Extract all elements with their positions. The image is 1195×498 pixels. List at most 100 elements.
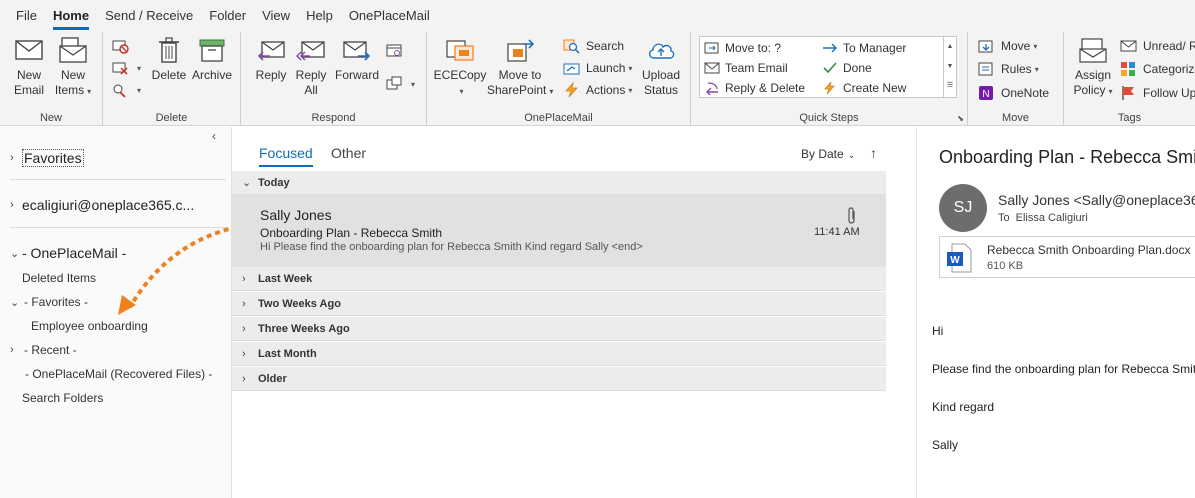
folder-oneplacemail[interactable]: ⌄ - OnePlaceMail - <box>10 245 126 261</box>
archive-button[interactable]: Archive <box>191 36 233 83</box>
ignore-button[interactable] <box>111 36 134 56</box>
move-to-sharepoint-button[interactable]: Move to SharePoint ▾ <box>487 36 553 99</box>
flag-icon <box>1122 86 1134 100</box>
tab-send-receive[interactable]: Send / Receive <box>97 0 201 32</box>
folder-pane: ‹ › Favorites › ecaligiuri@oneplace365.c… <box>0 127 247 498</box>
tab-folder[interactable]: Folder <box>201 0 254 32</box>
sort-by-date[interactable]: By Date ⌄ <box>801 147 855 161</box>
more-respond-button[interactable]: ▾ <box>385 74 415 94</box>
gallery-scrollbar[interactable]: ▲ ▼ ☰ <box>943 37 956 97</box>
folder-favorites[interactable]: › Favorites <box>10 149 84 167</box>
chevron-right-icon[interactable]: › <box>10 344 22 356</box>
cleanup-button[interactable]: ▾ <box>111 58 141 78</box>
message-list: Focused Other By Date ⌄ ↑ ⌄ Today Sally Jo… <box>232 127 916 498</box>
folder-recent[interactable]: › - Recent - <box>10 343 77 357</box>
tab-other[interactable]: Other <box>331 145 366 161</box>
group-older[interactable]: › Older <box>232 367 886 391</box>
quickstep-team-email[interactable]: Team Email <box>704 58 788 78</box>
reply-button[interactable]: Reply <box>253 36 289 83</box>
move-to-icon <box>704 42 719 54</box>
search-button[interactable]: Search <box>563 36 624 56</box>
move-button[interactable]: Move ▾ <box>978 36 1037 56</box>
ribbon-group-delete: ▾ ▾ Delete Archive Delete <box>103 32 241 126</box>
follow-up-button[interactable]: Follow Up <box>1120 83 1195 103</box>
tab-oneplacemail[interactable]: OnePlaceMail <box>341 0 438 32</box>
word-document-icon: W <box>947 243 972 273</box>
chevron-down-icon[interactable]: ⌄ <box>10 247 22 260</box>
group-today[interactable]: ⌄ Today <box>232 171 886 195</box>
quickstep-create-new[interactable]: Create New <box>822 78 906 98</box>
cleanup-icon <box>112 62 128 75</box>
assign-policy-button[interactable]: Assign Policy ▾ <box>1070 36 1116 99</box>
gallery-more-icon[interactable]: ☰ <box>944 77 956 95</box>
chevron-right-icon[interactable]: › <box>10 152 22 164</box>
folder-employee-onboarding[interactable]: Employee onboarding <box>31 319 148 333</box>
group-last-week[interactable]: › Last Week <box>232 267 886 291</box>
quickstep-to-manager[interactable]: To Manager <box>822 38 906 58</box>
checkmark-icon <box>823 62 837 74</box>
group-three-weeks-ago[interactable]: › Three Weeks Ago <box>232 317 886 341</box>
chevron-down-icon[interactable]: ▼ <box>944 57 956 77</box>
folder-account[interactable]: › ecaligiuri@oneplace365.c... <box>10 197 194 213</box>
chevron-down-icon: ▾ <box>1034 64 1039 74</box>
chevron-down-icon: ⌄ <box>242 177 252 189</box>
policy-icon <box>1079 38 1107 63</box>
folder-deleted-items[interactable]: Deleted Items <box>22 271 96 285</box>
ececopy-button[interactable]: ECECopy ▾ <box>433 36 487 99</box>
rules-button[interactable]: Rules ▾ <box>978 59 1039 79</box>
unread-read-button[interactable]: Unread/ Re <box>1120 36 1195 56</box>
tab-file[interactable]: File <box>8 0 45 32</box>
upload-status-button[interactable]: Upload Status <box>637 36 685 98</box>
reply-all-button[interactable]: Reply All <box>293 36 329 98</box>
message-item[interactable]: Sally Jones Onboarding Plan - Rebecca Sm… <box>232 195 886 267</box>
folder-recovered-files[interactable]: - OnePlaceMail (Recovered Files) - <box>25 367 212 381</box>
reading-pane: Onboarding Plan - Rebecca Smith SJ Sally… <box>916 127 1195 498</box>
list-tabs: Focused Other By Date ⌄ ↑ <box>232 127 886 171</box>
forward-button[interactable]: Forward <box>335 36 379 83</box>
search-icon <box>563 39 580 54</box>
new-email-button[interactable]: New Email <box>10 36 48 98</box>
ribbon-group-tags: Assign Policy▾ Unread/ Re Categorize Fol… <box>1064 32 1195 126</box>
tab-help[interactable]: Help <box>298 0 341 32</box>
actions-button[interactable]: Actions ▾ <box>563 80 632 100</box>
attachment-card[interactable]: W Rebecca Smith Onboarding Plan.docx 610… <box>939 236 1195 278</box>
chevron-right-icon[interactable]: › <box>10 199 22 211</box>
sort-direction-icon[interactable]: ↑ <box>870 145 877 161</box>
group-two-weeks-ago[interactable]: › Two Weeks Ago <box>232 292 886 316</box>
tab-home[interactable]: Home <box>45 0 97 32</box>
avatar[interactable]: SJ <box>939 184 987 232</box>
svg-text:N: N <box>982 89 989 100</box>
chevron-down-icon: ▾ <box>1108 87 1113 96</box>
trash-icon <box>159 37 179 63</box>
folder-search-folders[interactable]: Search Folders <box>22 391 103 405</box>
junk-button[interactable]: ▾ <box>111 80 141 100</box>
group-last-month[interactable]: › Last Month <box>232 342 886 366</box>
tab-focused[interactable]: Focused <box>259 145 313 167</box>
new-items-button[interactable]: New Items ▾ <box>52 36 94 99</box>
reading-subject: Onboarding Plan - Rebecca Smith <box>939 147 1195 167</box>
chevron-down-icon: ▾ <box>628 85 633 95</box>
reading-from[interactable]: Sally Jones <Sally@oneplace365.com> <box>998 192 1195 208</box>
menu-bar: File Home Send / Receive Folder View Hel… <box>0 0 1195 32</box>
quickstep-reply-delete[interactable]: Reply & Delete <box>704 78 805 98</box>
launch-button[interactable]: Launch ▾ <box>563 58 632 78</box>
ribbon-group-oneplacemail: ECECopy ▾ Move to SharePoint ▾ Search Lau… <box>427 32 691 126</box>
quickstep-move-to[interactable]: Move to: ? <box>704 38 781 58</box>
forward-icon <box>343 41 371 61</box>
delete-button[interactable]: Delete <box>149 36 189 83</box>
meeting-reply-button[interactable] <box>385 40 408 60</box>
onenote-button[interactable]: N OneNote <box>978 83 1049 103</box>
quickstep-done[interactable]: Done <box>822 58 872 78</box>
chevron-down-icon: ▾ <box>549 87 554 96</box>
ribbon-group-move: Move ▾ Rules ▾ N OneNote Move <box>968 32 1064 126</box>
folder-favorites-sub[interactable]: ⌄ - Favorites - <box>10 295 88 309</box>
chevron-down-icon[interactable]: ⌄ <box>10 296 22 309</box>
categorize-button[interactable]: Categorize <box>1120 59 1195 79</box>
chevron-up-icon[interactable]: ▲ <box>944 37 956 57</box>
collapse-pane-icon[interactable]: ‹ <box>212 129 216 143</box>
tab-view[interactable]: View <box>254 0 298 32</box>
chevron-down-icon: ▾ <box>1033 41 1038 51</box>
dialog-launcher-icon[interactable]: ⬊ <box>957 114 964 123</box>
ribbon: New Email New Items ▾ New ▾ ▾ Delete Arch… <box>0 32 1195 126</box>
reply-icon <box>257 41 285 61</box>
